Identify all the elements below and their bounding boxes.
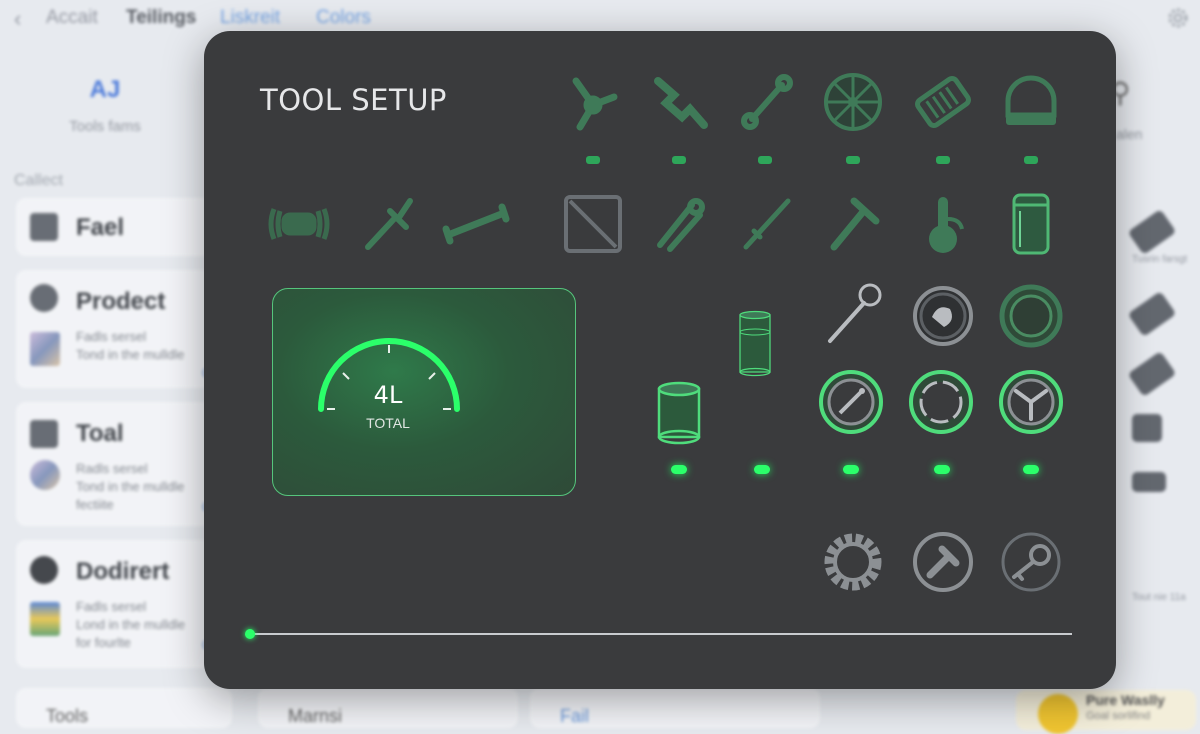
file-icon	[30, 213, 58, 241]
dial-a-icon[interactable]	[816, 367, 886, 437]
bottom-card[interactable]: Tools	[16, 688, 232, 728]
list-card[interactable]: Toal Radls sersel Tond in the mulldle fe…	[16, 402, 216, 526]
promo-card[interactable]: Pure Waslly Goal sorlifind	[1016, 690, 1196, 734]
progress-slider-handle[interactable]	[245, 629, 255, 639]
hammer-disc-icon[interactable]	[908, 527, 978, 597]
right-label: alen	[1116, 126, 1143, 142]
list-card[interactable]: Prodect Fadls sersel Tond in the mulldle…	[16, 270, 216, 388]
dial-b-icon[interactable]	[906, 367, 976, 437]
thumbnail-image	[30, 332, 60, 366]
folder-icon	[30, 420, 58, 448]
status-indicator-active	[754, 465, 770, 474]
tools-fams-tile[interactable]: AJ Tools fams	[50, 76, 160, 135]
card-title: Toal	[76, 420, 124, 447]
key-disc-icon[interactable]	[996, 527, 1066, 597]
status-indicator	[758, 156, 772, 164]
dial-c-icon[interactable]	[996, 367, 1066, 437]
tools-fams-logo: AJ	[89, 76, 121, 103]
gauge-value: 4L	[373, 381, 403, 409]
card-line: Tond in the mulldle	[76, 479, 185, 494]
status-indicator-active	[671, 465, 687, 474]
card-line: for fourlte	[76, 635, 131, 650]
target-ring-icon[interactable]	[996, 281, 1066, 351]
status-indicator-active	[934, 465, 950, 474]
status-indicator	[846, 156, 860, 164]
bottom-card[interactable]: Marnsi	[258, 688, 518, 728]
modal-title: TOOL SETUP	[260, 83, 447, 117]
status-indicator-active	[1023, 465, 1039, 474]
section-label: Callect	[14, 172, 63, 189]
total-gauge	[318, 338, 460, 412]
tools-fams-label: Tools fams	[69, 118, 141, 135]
card-title: Fael	[76, 214, 125, 241]
bottom-card-label: Marnsi	[288, 706, 343, 726]
breadcrumb-item[interactable]: Accait	[46, 7, 98, 29]
rod-icon[interactable]	[440, 189, 510, 259]
gauge-label: TOTAL	[366, 415, 410, 431]
breadcrumb-item[interactable]: Teilings	[126, 7, 196, 29]
small-cylinder-icon[interactable]	[644, 377, 704, 447]
lock-icon	[30, 284, 58, 312]
thermometer-icon[interactable]	[908, 189, 978, 259]
framed-square-icon[interactable]	[558, 189, 628, 259]
valve-ring-icon[interactable]	[908, 281, 978, 351]
card-line: fectiite	[76, 497, 114, 512]
status-indicator-active	[843, 465, 859, 474]
status-indicator	[936, 156, 950, 164]
right-label: Tusrin farsgt	[1132, 254, 1188, 265]
pen-icon[interactable]	[1127, 291, 1177, 337]
breadcrumb-item[interactable]: Colors	[316, 7, 371, 29]
promo-title: Pure Waslly	[1086, 692, 1165, 708]
large-cylinder-icon[interactable]	[720, 309, 800, 449]
card-line: Lond in the mulldle	[76, 617, 186, 632]
card-line: Fadls sersel	[76, 329, 147, 344]
eraser-icon[interactable]	[1132, 472, 1166, 492]
clamp-icon[interactable]	[264, 189, 334, 259]
list-card[interactable]: Dodirert Fadls sersel Lond in the mulldl…	[16, 540, 216, 668]
helmet-icon[interactable]	[996, 67, 1066, 137]
tool-setup-modal: TOOL SETUP 4L TOTAL	[204, 31, 1116, 689]
back-arrow-icon[interactable]: ‹	[14, 6, 21, 32]
card-title: Dodirert	[76, 558, 170, 585]
dial-wheel-icon[interactable]	[818, 67, 888, 137]
breadcrumb-item[interactable]: Liskreit	[220, 7, 280, 29]
card-line: Radls sersel	[76, 461, 148, 476]
progress-slider-track[interactable]	[250, 633, 1072, 635]
play-icon	[1038, 694, 1078, 734]
promo-subtitle: Goal sorlifind	[1086, 710, 1151, 722]
status-indicator	[586, 156, 600, 164]
clip-icon[interactable]	[1132, 414, 1162, 442]
right-label: Tout nie 11a	[1132, 592, 1186, 603]
status-indicator	[672, 156, 686, 164]
list-card[interactable]: Fael	[16, 198, 216, 256]
pliers-icon[interactable]	[646, 189, 716, 259]
screwdriver-icon[interactable]	[732, 189, 802, 259]
thumbnail-image	[30, 460, 60, 490]
card-line: Tond in the mulldle	[76, 347, 185, 362]
scraper-icon[interactable]	[354, 189, 424, 259]
marker-icon[interactable]	[1127, 209, 1177, 255]
hammer-icon[interactable]	[818, 189, 888, 259]
total-gauge-card: 4L TOTAL	[272, 288, 576, 496]
y-wrench-icon[interactable]	[558, 67, 628, 137]
bottom-card-label: Tools	[46, 706, 89, 726]
card-line: Fadls sersel	[76, 599, 147, 614]
d-logo-icon	[30, 556, 58, 584]
probe-icon[interactable]	[818, 279, 888, 349]
thumbnail-image	[30, 602, 60, 636]
status-indicator	[1024, 156, 1038, 164]
gear-ring-icon[interactable]	[818, 527, 888, 597]
open-wrench-icon[interactable]	[732, 67, 802, 137]
settings-gear-icon[interactable]	[1166, 6, 1190, 30]
bottom-card[interactable]: Fail	[530, 688, 820, 728]
canister-icon[interactable]	[996, 189, 1066, 259]
card-title: Prodect	[76, 288, 166, 315]
chain-wrench-icon[interactable]	[646, 67, 716, 137]
bottom-card-label: Fail	[560, 706, 590, 726]
knife-icon[interactable]	[1127, 351, 1177, 397]
battery-pack-icon[interactable]	[908, 67, 978, 137]
